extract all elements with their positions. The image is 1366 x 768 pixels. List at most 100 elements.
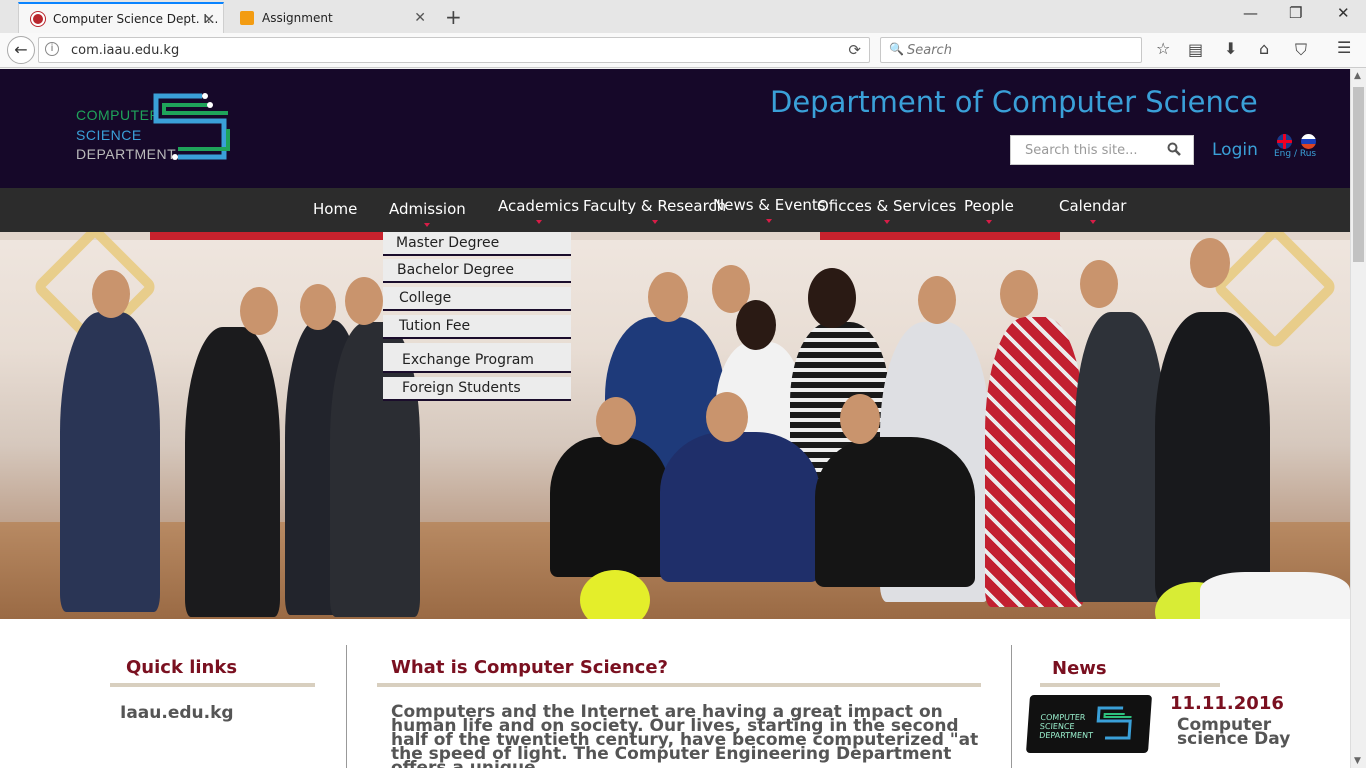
white-balloons — [1200, 572, 1350, 619]
back-button[interactable]: ← — [7, 36, 35, 64]
login-link[interactable]: Login — [1212, 140, 1258, 160]
news-headline[interactable]: Computer science Day — [1177, 717, 1347, 748]
tab-assignment[interactable]: Assignment ✕ — [228, 2, 434, 33]
dropdown-item-foreign-students[interactable]: Foreign Students — [383, 377, 571, 401]
menu-home[interactable]: Home — [313, 200, 357, 218]
pocket-icon[interactable]: ⛉ — [1295, 40, 1307, 60]
news-thumbnail[interactable]: COMPUTER SCIENCE DEPARTMENT — [1025, 695, 1153, 753]
student-figure — [736, 300, 776, 350]
browser-search-input[interactable]: 🔍 Search — [880, 37, 1142, 63]
web-page: COMPUTER SCIENCE DEPARTMENT Department o… — [0, 69, 1350, 768]
dropdown-caret-icon — [985, 220, 992, 224]
site-search-placeholder: Search this site... — [1025, 143, 1138, 158]
site-search-input[interactable]: Search this site... — [1010, 135, 1194, 165]
address-bar[interactable]: i com.iaau.edu.kg ⟳ — [38, 37, 870, 63]
search-icon[interactable] — [1167, 142, 1181, 156]
student-figure — [1080, 260, 1118, 308]
divider — [1040, 683, 1220, 687]
quick-links-title: Quick links — [126, 657, 238, 678]
dropdown-caret-icon — [883, 220, 890, 224]
scroll-down-icon[interactable]: ▼ — [1354, 756, 1361, 766]
student-figure — [185, 327, 280, 617]
menu-calendar[interactable]: Calendar — [1059, 197, 1127, 224]
dropdown-item-college[interactable]: College — [383, 287, 571, 311]
menu-label: News & Events — [713, 196, 826, 214]
student-figure — [648, 272, 688, 322]
tab-strip: Computer Science Dept. I... ✕ Assignment… — [0, 0, 1366, 33]
student-figure — [300, 284, 336, 330]
menu-faculty-research[interactable]: Faculty & Research — [583, 197, 727, 224]
close-tab-icon[interactable]: ✕ — [203, 12, 215, 28]
student-figure — [92, 270, 130, 318]
new-tab-button[interactable]: + — [445, 5, 462, 29]
address-text: com.iaau.edu.kg — [71, 43, 180, 58]
cs-logo-mark-icon — [153, 93, 230, 160]
search-icon: 🔍 — [889, 42, 904, 56]
uk-flag-icon[interactable] — [1277, 134, 1292, 149]
menu-label: Home — [313, 200, 358, 218]
moodle-favicon-icon — [240, 10, 254, 25]
menu-news-events[interactable]: News & Events — [713, 196, 826, 223]
close-window-button[interactable]: ✕ — [1337, 4, 1350, 22]
download-icon[interactable]: ⬇ — [1224, 39, 1237, 58]
menu-label: Oficces & Services — [817, 197, 957, 215]
student-figure — [660, 432, 820, 582]
logo-line2: SCIENCE — [76, 127, 142, 143]
russia-flag-icon[interactable] — [1301, 134, 1316, 149]
close-tab-icon[interactable]: ✕ — [414, 10, 426, 26]
dropdown-caret-icon — [766, 219, 773, 223]
dropdown-item-bachelor-degree[interactable]: Bachelor Degree — [383, 259, 571, 283]
menu-admission[interactable]: Admission — [389, 200, 466, 227]
menu-label: Faculty & Research — [583, 197, 727, 215]
restore-button[interactable]: ❐ — [1289, 4, 1302, 22]
menu-label: Calendar — [1059, 197, 1127, 215]
reading-list-icon[interactable]: ▤ — [1188, 40, 1203, 59]
dropdown-item-master-degree[interactable]: Master Degree — [383, 232, 571, 256]
student-figure — [840, 394, 880, 444]
what-is-cs-title: What is Computer Science? — [391, 657, 668, 678]
tab-title: Computer Science Dept. I... — [53, 11, 219, 26]
menu-label: Admission — [389, 200, 466, 218]
site-logo[interactable]: COMPUTER SCIENCE DEPARTMENT — [74, 91, 234, 163]
student-figure — [918, 276, 956, 324]
scroll-up-icon[interactable]: ▲ — [1354, 71, 1361, 81]
student-figure — [1155, 312, 1270, 602]
divider — [110, 683, 315, 687]
news-title: News — [1052, 658, 1107, 679]
logo-line1: COMPUTER — [76, 107, 161, 123]
student-figure — [808, 268, 856, 328]
home-icon[interactable]: ⌂ — [1259, 39, 1269, 58]
student-figure — [1075, 312, 1165, 602]
site-title: Department of Computer Science — [770, 85, 1258, 119]
dropdown-item-exchange-program[interactable]: Exchange Program — [383, 343, 571, 373]
hero-group-photo — [0, 232, 1350, 619]
menu-academics[interactable]: Academics — [498, 197, 579, 224]
quick-link-iaau[interactable]: Iaau.edu.kg — [120, 703, 234, 723]
menu-people[interactable]: People — [964, 197, 1014, 224]
page-scrollbar[interactable]: ▲ ▼ — [1350, 69, 1366, 768]
admission-dropdown: Master Degree Bachelor Degree College Tu… — [383, 232, 571, 401]
student-figure — [985, 317, 1085, 607]
news-date: 11.11.2016 — [1170, 693, 1284, 714]
site-favicon-icon — [31, 11, 45, 26]
scrollbar-thumb[interactable] — [1353, 87, 1364, 262]
minimize-button[interactable]: — — [1243, 4, 1258, 22]
reload-icon[interactable]: ⟳ — [848, 41, 861, 59]
language-switcher[interactable]: Eng / Rus — [1274, 133, 1322, 163]
dropdown-caret-icon — [424, 223, 431, 227]
tab-title: Assignment — [262, 10, 333, 25]
column-divider — [1011, 645, 1012, 768]
main-content: Quick links Iaau.edu.kg What is Computer… — [0, 619, 1350, 768]
menu-icon[interactable]: ☰ — [1337, 38, 1351, 57]
student-figure — [240, 287, 278, 335]
dropdown-item-tution-fee[interactable]: Tution Fee — [383, 315, 571, 339]
info-icon[interactable]: i — [45, 42, 59, 56]
menu-offices-services[interactable]: Oficces & Services — [817, 197, 957, 224]
what-is-cs-text: Computers and the Internet are having a … — [391, 702, 979, 768]
star-icon[interactable]: ☆ — [1156, 39, 1170, 58]
search-placeholder: Search — [907, 43, 952, 58]
tab-computer-science[interactable]: Computer Science Dept. I... ✕ — [18, 2, 224, 33]
student-figure — [550, 437, 670, 577]
dropdown-caret-icon — [1089, 220, 1096, 224]
student-figure — [706, 392, 748, 442]
